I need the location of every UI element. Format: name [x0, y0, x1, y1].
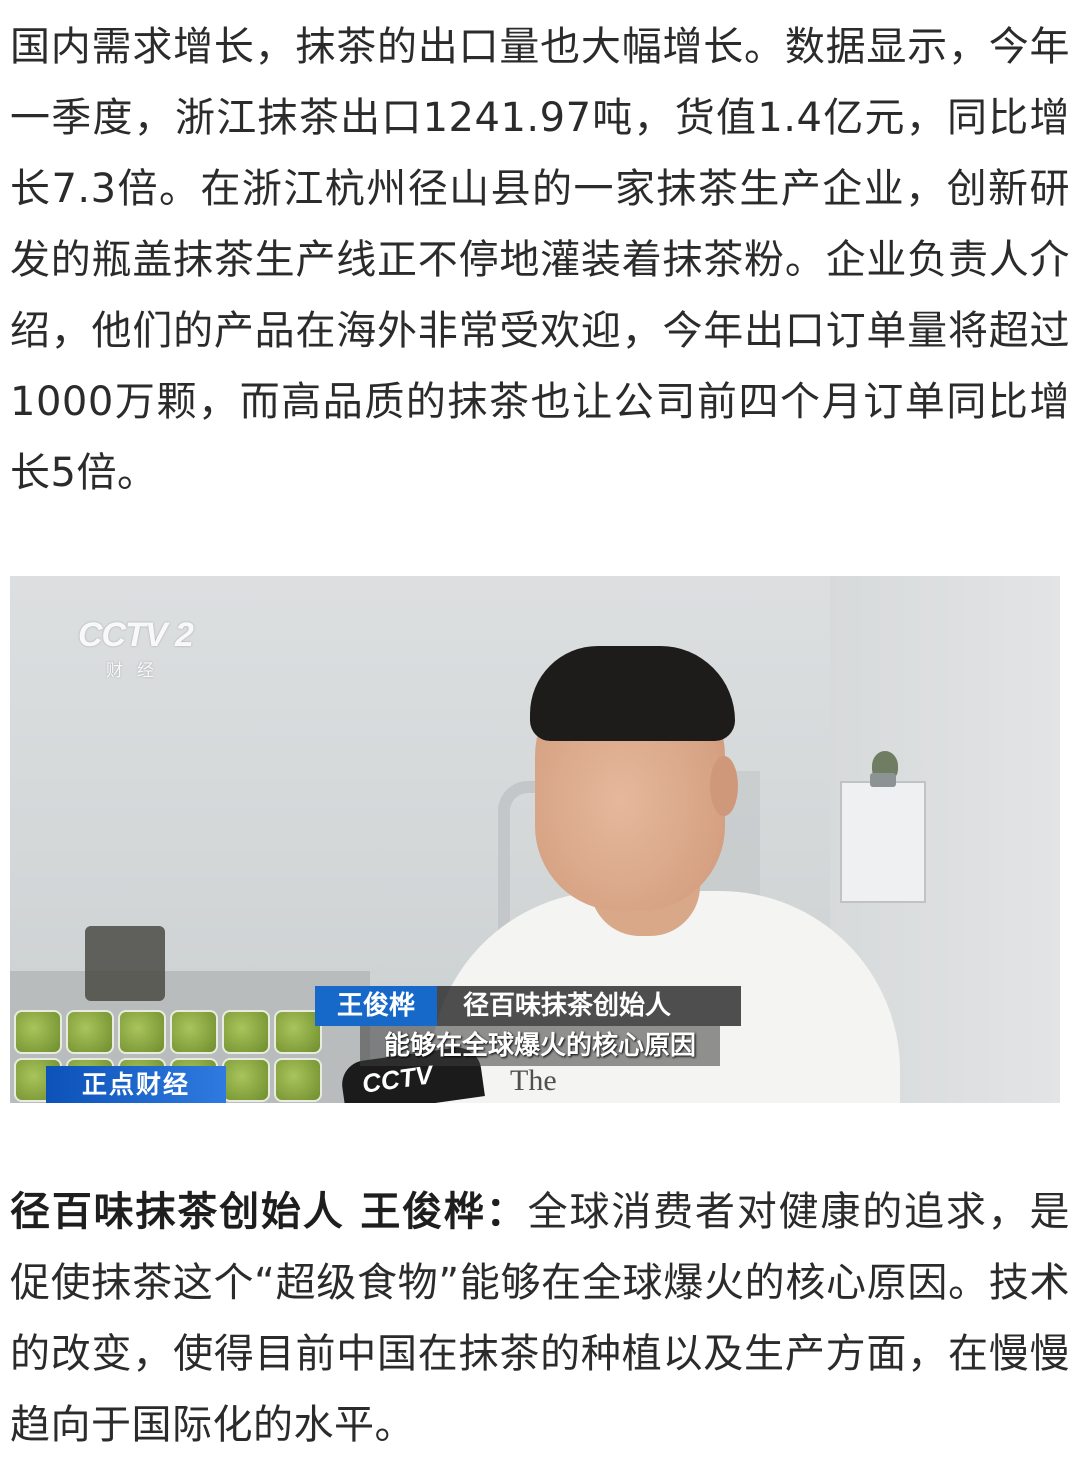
program-tag: 正点财经 [46, 1066, 226, 1103]
video-screenshot: The CCTV CCTV 2 财经 王俊桦 径百味抹茶创始人 能够在全球爆火的… [10, 576, 1060, 1103]
matcha-jar [170, 1010, 218, 1054]
channel-subtitle: 财经 [106, 661, 168, 681]
matcha-jar [118, 1010, 166, 1054]
shirt-print: The [510, 1064, 557, 1097]
lower-third: 王俊桦 径百味抹茶创始人 [315, 986, 742, 1026]
video-subtitle: 能够在全球爆火的核心原因 [360, 1026, 720, 1066]
hair [530, 646, 735, 741]
name-tag: 王俊桦 [315, 986, 438, 1026]
matcha-jar [222, 1058, 270, 1102]
channel-logo: CCTV 2 [78, 616, 194, 654]
matcha-jar [222, 1010, 270, 1054]
quote-speaker: 径百味抹茶创始人 王俊桦： [10, 1189, 528, 1235]
title-tag: 径百味抹茶创始人 [437, 986, 742, 1026]
matcha-jar [274, 1058, 322, 1102]
quote-paragraph: 径百味抹茶创始人 王俊桦：全球消费者对健康的追求，是促使抹茶这个“超级食物”能够… [10, 1177, 1070, 1461]
equipment [85, 926, 165, 1001]
ear [710, 756, 738, 816]
matcha-jar [66, 1010, 114, 1054]
article-paragraph: 国内需求增长，抹茶的出口量也大幅增长。数据显示，今年一季度，浙江抹茶出口1241… [10, 24, 1070, 496]
matcha-jar [14, 1010, 62, 1054]
